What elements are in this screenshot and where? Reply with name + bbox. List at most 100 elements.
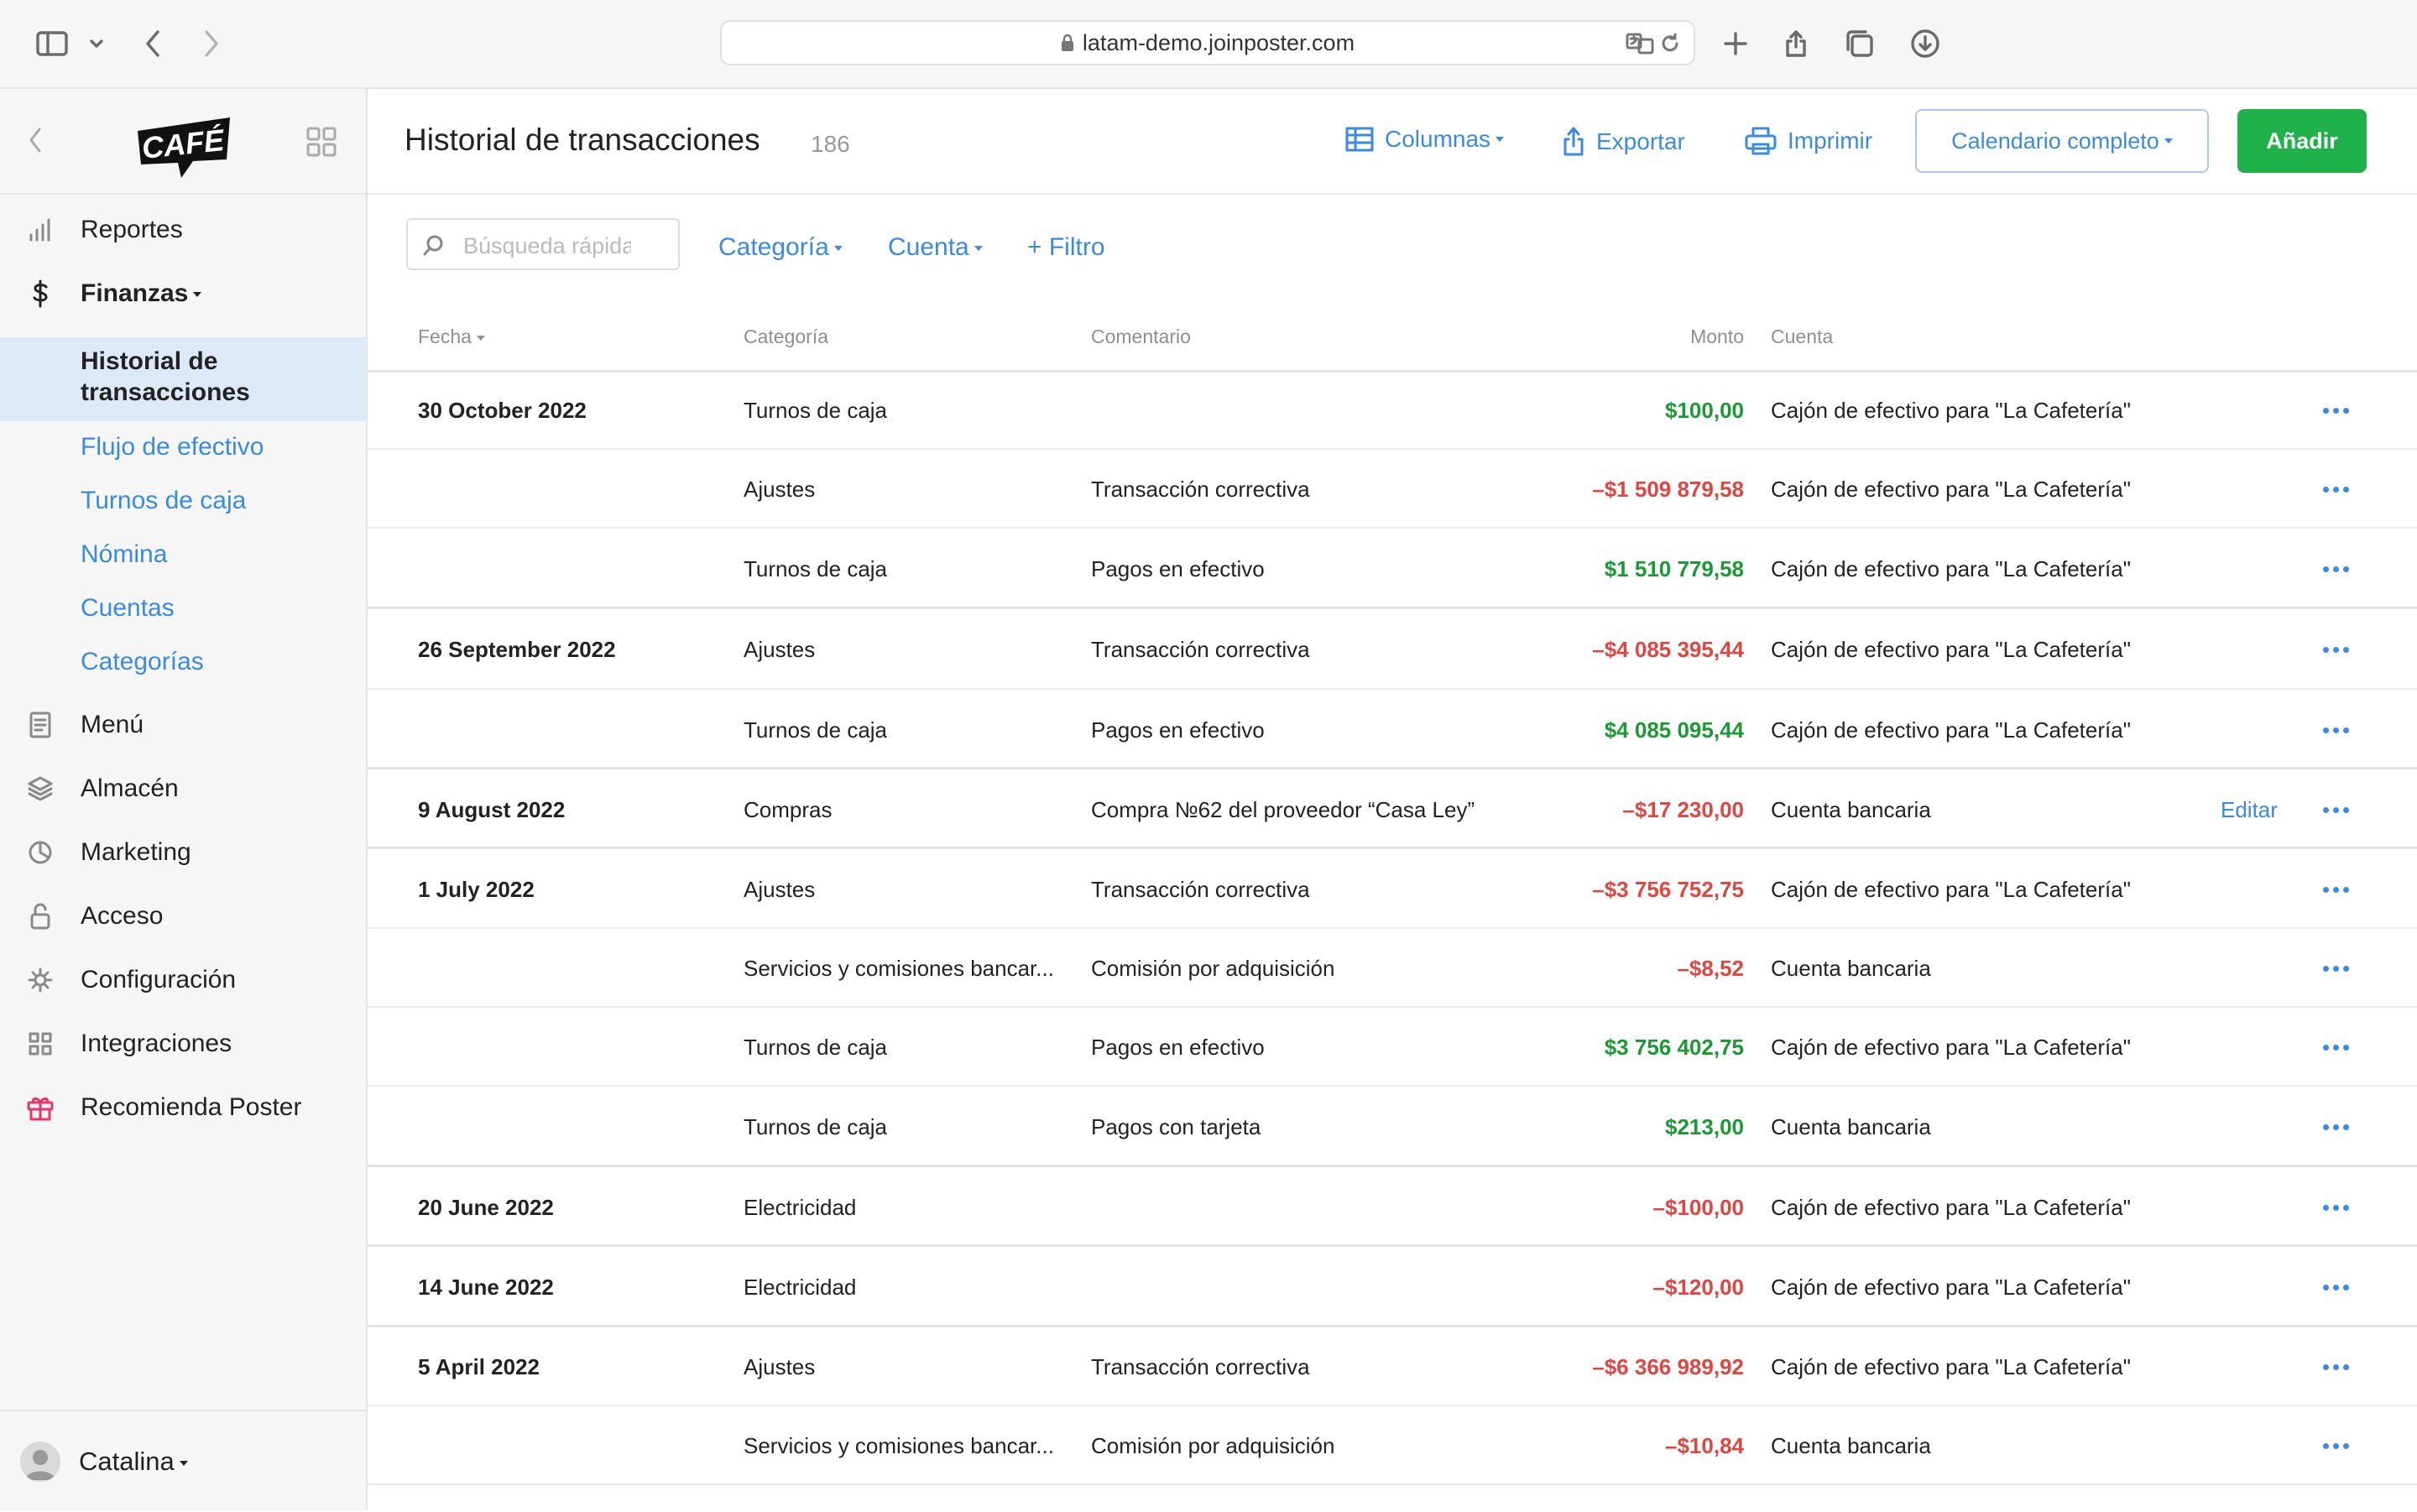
sidebar-item-flujo[interactable]: Flujo de efectivo bbox=[81, 433, 264, 461]
forward-icon[interactable] bbox=[193, 20, 230, 67]
cell-amount-wrap: $1 510 779,58 bbox=[1207, 556, 1744, 583]
table-row[interactable]: 26 September 2022 Ajustes Transacción corr… bbox=[368, 609, 2417, 690]
more-actions-icon[interactable] bbox=[2323, 966, 2349, 972]
add-filter-button[interactable]: + Filtro bbox=[1027, 233, 1105, 262]
more-actions-icon[interactable] bbox=[2323, 1364, 2349, 1370]
table-row[interactable]: Servicios y comisiones bancar... Comisión… bbox=[368, 1406, 2417, 1485]
cell-category: Electricidad bbox=[744, 1275, 857, 1300]
more-actions-icon[interactable] bbox=[2323, 566, 2349, 572]
export-icon bbox=[1563, 127, 1584, 156]
add-button[interactable]: Añadir bbox=[2237, 109, 2367, 173]
table-row[interactable]: Ajustes Transacción correctiva –$1 509 879… bbox=[368, 450, 2417, 529]
sidebar-item-historial[interactable]: Historial de transacciones bbox=[0, 337, 366, 421]
column-comment: Comentario bbox=[1091, 326, 1191, 347]
grid-icon bbox=[25, 1029, 55, 1059]
table-row[interactable]: 14 June 2022 Electricidad –$120,00 Cajón de… bbox=[368, 1247, 2417, 1327]
more-actions-icon[interactable] bbox=[2323, 1205, 2349, 1211]
tabs-overview-icon[interactable] bbox=[1843, 20, 1877, 67]
dot bbox=[2343, 727, 2349, 733]
dot bbox=[2323, 1205, 2329, 1211]
columns-button[interactable]: Columnas bbox=[1344, 126, 1505, 153]
export-button[interactable]: Exportar bbox=[1561, 126, 1685, 158]
table-row[interactable]: 5 April 2022 Ajustes Transacción correctiv… bbox=[368, 1327, 2417, 1406]
more-actions-icon[interactable] bbox=[2323, 887, 2349, 893]
table-row[interactable]: Turnos de caja Pagos con tarjeta $213,00 Cu… bbox=[368, 1087, 2417, 1167]
collapse-sidebar-icon[interactable] bbox=[27, 126, 44, 159]
cell-category: Ajustes bbox=[744, 877, 816, 902]
cell-amount-wrap: –$3 756 752,75 bbox=[1207, 877, 1744, 904]
sidebar-toggle-icon[interactable] bbox=[30, 20, 74, 67]
more-actions-icon[interactable] bbox=[2323, 1045, 2349, 1051]
cell-category: Turnos de caja bbox=[744, 1035, 888, 1060]
table-row[interactable]: 9 August 2022 Compras Compra №62 del prove… bbox=[368, 769, 2417, 849]
calendar-range-button[interactable]: Calendario completo bbox=[1915, 109, 2209, 173]
cell-category: Turnos de caja bbox=[744, 556, 888, 581]
dot bbox=[2343, 408, 2349, 414]
more-actions-icon[interactable] bbox=[2323, 1443, 2349, 1449]
share-icon[interactable] bbox=[1779, 20, 1813, 67]
cell-amount-wrap: –$4 085 395,44 bbox=[1207, 637, 1744, 664]
downloads-icon[interactable] bbox=[1908, 20, 1942, 67]
dot bbox=[2343, 887, 2349, 893]
cafe-logo[interactable]: CAFÉ bbox=[133, 106, 237, 181]
sidebar-item-categorias[interactable]: Categorías bbox=[81, 648, 204, 676]
reload-icon[interactable] bbox=[1655, 29, 1685, 59]
more-actions-icon[interactable] bbox=[2323, 1124, 2349, 1130]
dot bbox=[2343, 1124, 2349, 1130]
nav-label: Reportes bbox=[81, 216, 183, 243]
cell-amount: –$4 085 395,44 bbox=[1592, 637, 1744, 662]
user-menu[interactable]: Catalina bbox=[0, 1410, 366, 1512]
chevron-down-icon[interactable] bbox=[82, 20, 111, 67]
table-row[interactable]: 1 July 2022 Ajustes Transacción correctiva… bbox=[368, 849, 2417, 929]
dot bbox=[2333, 647, 2339, 653]
quick-search[interactable] bbox=[406, 218, 680, 270]
table-row[interactable]: Turnos de caja Pagos en efectivo $1 510 77… bbox=[368, 529, 2417, 609]
dot bbox=[2323, 966, 2329, 972]
more-actions-icon[interactable] bbox=[2323, 1285, 2349, 1290]
edit-link[interactable]: Editar bbox=[2221, 797, 2278, 823]
table-row[interactable]: 20 June 2022 Electricidad –$100,00 Cajón de… bbox=[368, 1167, 2417, 1247]
sidebar-item-turnos[interactable]: Turnos de caja bbox=[81, 487, 246, 515]
sidebar-item-nomina[interactable]: Nómina bbox=[81, 540, 167, 569]
sidebar-item-cuentas[interactable]: Cuentas bbox=[81, 594, 175, 623]
more-actions-icon[interactable] bbox=[2323, 727, 2349, 733]
more-actions-icon[interactable] bbox=[2323, 647, 2349, 653]
cell-account: Cajón de efectivo para "La Cafetería" bbox=[1771, 1354, 2131, 1379]
print-button[interactable]: Imprimir bbox=[1744, 126, 1872, 156]
more-actions-icon[interactable] bbox=[2323, 487, 2349, 493]
more-actions-icon[interactable] bbox=[2323, 807, 2349, 813]
table-row[interactable]: Turnos de caja Pagos en efectivo $4 085 09… bbox=[368, 690, 2417, 769]
dot bbox=[2323, 727, 2329, 733]
table-row[interactable]: Servicios y comisiones bancar... Comisión… bbox=[368, 929, 2417, 1008]
table-row[interactable]: Turnos de caja Pagos en efectivo $3 756 40… bbox=[368, 1008, 2417, 1087]
dot bbox=[2343, 1364, 2349, 1370]
cell-amount: $100,00 bbox=[1665, 398, 1744, 423]
dot bbox=[2323, 1045, 2329, 1051]
cell-amount: $213,00 bbox=[1665, 1114, 1744, 1139]
transaction-count: 186 bbox=[811, 131, 850, 157]
search-input[interactable] bbox=[462, 228, 633, 263]
cell-amount: –$1 509 879,58 bbox=[1592, 477, 1744, 502]
lock-icon bbox=[1061, 34, 1073, 51]
table-row[interactable]: 30 October 2022 Turnos de caja $100,00 Cajó… bbox=[368, 371, 2417, 450]
more-actions-icon[interactable] bbox=[2323, 408, 2349, 414]
sidebar: CAFÉ Reportes Finanzas Historial de tran… bbox=[0, 89, 368, 1510]
chevron-down-icon bbox=[193, 292, 202, 298]
avatar bbox=[20, 1442, 60, 1482]
address-bar[interactable]: latam-demo.joinposter.com bbox=[720, 20, 1695, 65]
dot bbox=[2333, 1364, 2339, 1370]
filter-bar: Categoría Cuenta + Filtro bbox=[368, 193, 2417, 285]
apps-grid-icon[interactable] bbox=[305, 126, 337, 162]
category-filter[interactable]: Categoría bbox=[718, 233, 843, 262]
cell-category: Servicios y comisiones bancar... bbox=[744, 956, 1054, 981]
back-icon[interactable] bbox=[134, 20, 171, 67]
translate-icon[interactable] bbox=[1625, 29, 1655, 59]
column-date[interactable]: Fecha bbox=[418, 326, 485, 348]
account-filter[interactable]: Cuenta bbox=[888, 233, 983, 262]
cell-category: Ajustes bbox=[744, 1354, 816, 1379]
chevron-down-icon bbox=[833, 246, 843, 252]
cell-amount: –$17 230,00 bbox=[1622, 797, 1744, 822]
dot bbox=[2333, 1045, 2339, 1051]
dot bbox=[2343, 1045, 2349, 1051]
new-tab-icon[interactable] bbox=[1719, 20, 1752, 67]
